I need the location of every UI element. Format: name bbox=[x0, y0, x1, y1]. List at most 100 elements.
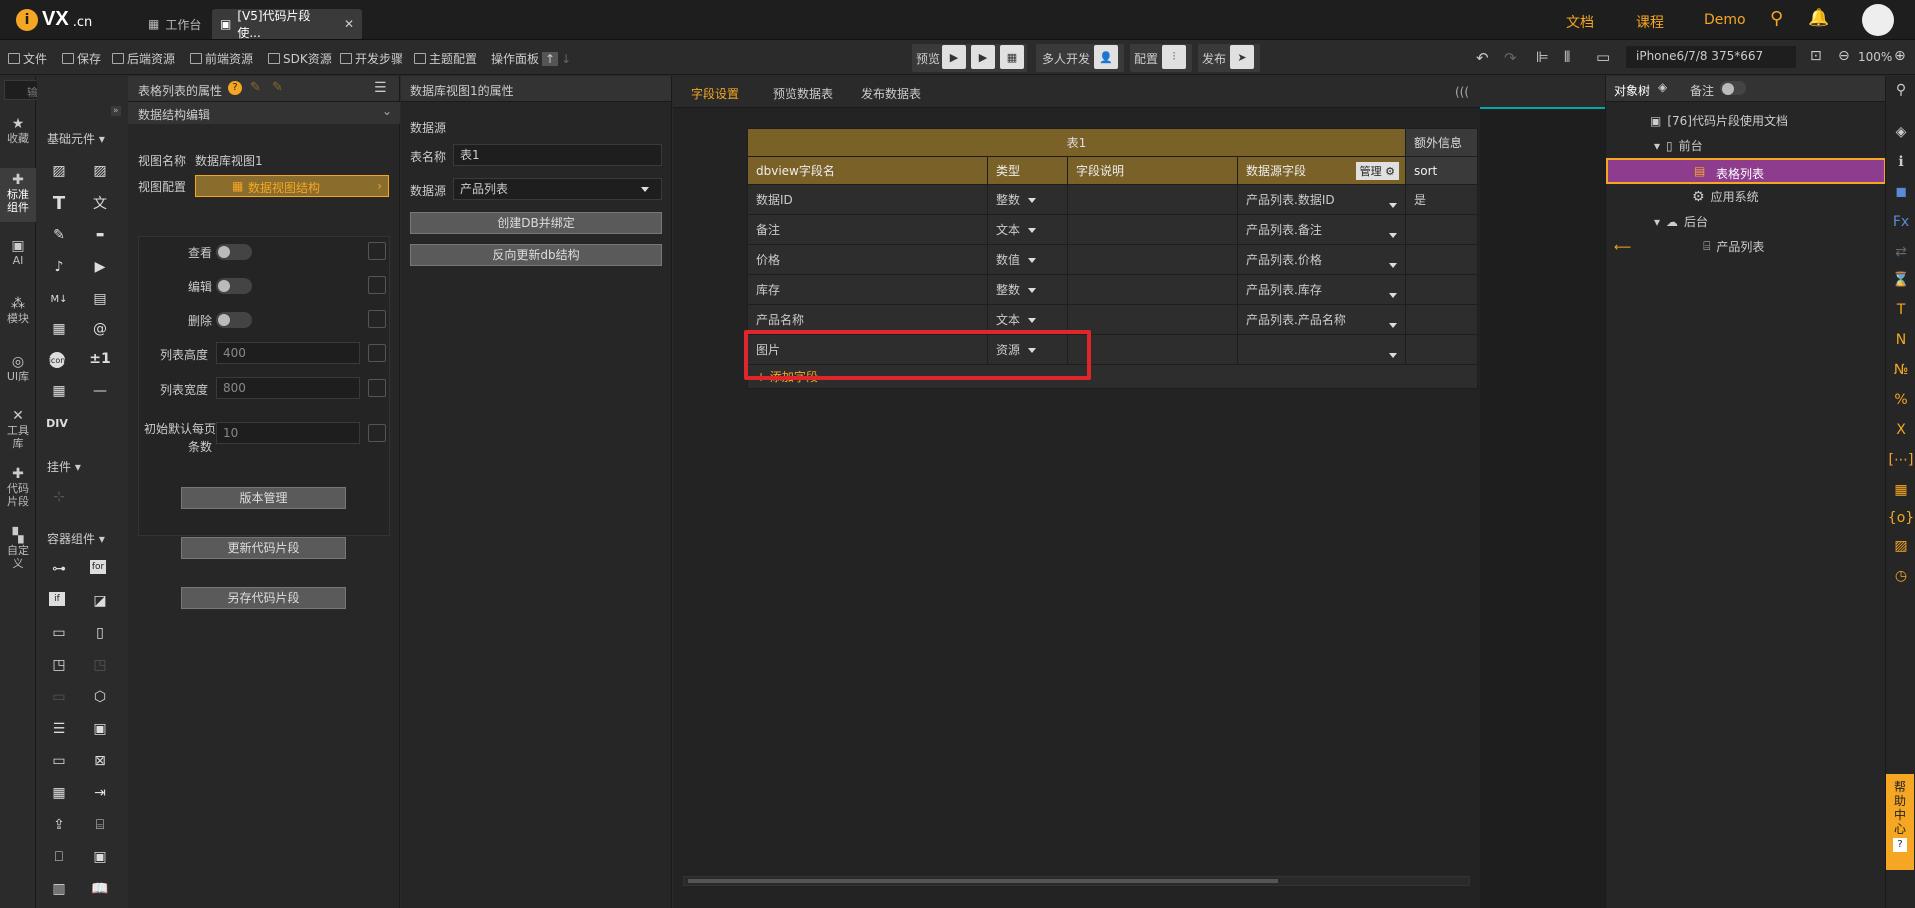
close-icon[interactable]: ✕ bbox=[344, 17, 354, 31]
arrow-down-icon[interactable]: ↓ bbox=[561, 52, 571, 66]
text-icon[interactable]: T bbox=[49, 193, 69, 214]
backend-resources-button[interactable]: 后端资源 bbox=[112, 50, 175, 67]
tab-preview-table[interactable]: 预览数据表 bbox=[773, 85, 833, 102]
info-icon[interactable]: ℹ bbox=[1886, 154, 1915, 170]
edit-toggle[interactable] bbox=[216, 278, 252, 294]
field-sort[interactable] bbox=[1405, 334, 1478, 365]
bell-icon[interactable]: 🔔 bbox=[1808, 8, 1829, 28]
menu-icon[interactable]: ☰ bbox=[374, 80, 387, 96]
text-var-icon[interactable]: T bbox=[1886, 302, 1915, 318]
nav-snippet[interactable]: ✚ 代码片段 bbox=[0, 467, 36, 508]
redo-icon[interactable]: ↷ bbox=[1504, 49, 1517, 67]
field-name[interactable]: 价格 bbox=[747, 244, 988, 275]
note-icon[interactable]: ✎ bbox=[272, 80, 283, 95]
create-db-button[interactable]: 创建DB并绑定 bbox=[410, 212, 662, 234]
translate-icon[interactable]: 文 bbox=[90, 194, 110, 212]
table-var-icon[interactable]: ▦ bbox=[1886, 482, 1915, 498]
file-button[interactable]: 文件 bbox=[8, 50, 47, 67]
for-icon[interactable]: for bbox=[90, 560, 106, 574]
avatar[interactable] bbox=[1862, 4, 1894, 36]
field-sort[interactable] bbox=[1405, 274, 1478, 305]
view-structure-button[interactable]: ▦ 数据视图结构 › bbox=[195, 175, 389, 197]
demo-link[interactable]: Demo bbox=[1704, 12, 1746, 28]
field-source[interactable]: 产品列表.数据ID bbox=[1237, 184, 1406, 215]
bracket-icon[interactable]: [⋯] bbox=[1886, 452, 1915, 468]
section-header[interactable]: 数据结构编辑 ⌄ bbox=[128, 102, 400, 124]
tree-node-front[interactable]: ▾ ▯ 前台 bbox=[1654, 137, 1703, 154]
shield-icon[interactable]: ⬡ bbox=[90, 688, 110, 706]
vertical-icon[interactable]: ▯ bbox=[90, 624, 110, 642]
at-icon[interactable]: @ bbox=[90, 320, 110, 338]
field-type[interactable]: 文本 bbox=[987, 214, 1068, 245]
copy-icon[interactable] bbox=[368, 424, 386, 442]
object-var-icon[interactable]: {o} bbox=[1886, 510, 1915, 526]
field-name[interactable]: 数据ID bbox=[747, 184, 988, 215]
scroll-icon[interactable]: ⇥ bbox=[90, 784, 110, 802]
field-sort[interactable] bbox=[1405, 244, 1478, 275]
field-source[interactable]: 产品列表.产品名称 bbox=[1237, 304, 1406, 335]
list-width-input[interactable]: 800 bbox=[216, 377, 360, 399]
reverse-update-button[interactable]: 反向更新db结构 bbox=[410, 244, 662, 266]
fit-icon[interactable]: ⊡ bbox=[1810, 48, 1822, 64]
nav-custom[interactable]: ▚ 自定义 bbox=[0, 529, 36, 570]
field-desc[interactable] bbox=[1067, 304, 1238, 335]
number-var-icon[interactable]: N bbox=[1886, 332, 1915, 348]
save-button[interactable]: 保存 bbox=[62, 50, 101, 67]
image-icon[interactable]: ▨ bbox=[49, 162, 69, 180]
qrcode-icon[interactable]: ▦ bbox=[49, 382, 69, 400]
field-name[interactable]: 备注 bbox=[747, 214, 988, 245]
field-source[interactable]: 产品列表.备注 bbox=[1237, 214, 1406, 245]
music-icon[interactable]: ♪ bbox=[49, 258, 69, 276]
field-desc[interactable] bbox=[1067, 184, 1238, 215]
dev-steps-button[interactable]: 开发步骤 bbox=[340, 50, 403, 67]
dots-icon[interactable]: ▭ bbox=[49, 624, 69, 642]
field-sort[interactable] bbox=[1405, 304, 1478, 335]
copy-icon[interactable] bbox=[368, 379, 386, 397]
cube-icon[interactable]: ◈ bbox=[1886, 124, 1915, 140]
zoom-out-icon[interactable]: ⊖ bbox=[1838, 48, 1850, 64]
tree-node-product-list[interactable]: ⟵ ⌸ 产品列表 bbox=[1614, 238, 1884, 255]
arrow-up-icon[interactable]: ↑ bbox=[542, 51, 559, 66]
horizontal-scrollbar[interactable] bbox=[683, 876, 1470, 886]
field-source[interactable]: 产品列表.价格 bbox=[1237, 244, 1406, 275]
numero-icon[interactable]: № bbox=[1886, 362, 1915, 378]
preview-file-icon[interactable]: ▶ bbox=[942, 45, 966, 69]
copy-icon[interactable] bbox=[368, 242, 386, 260]
calendar-icon[interactable]: ▦ bbox=[49, 320, 69, 338]
cylinder-icon[interactable]: ⌸ bbox=[90, 816, 110, 834]
copy-icon[interactable] bbox=[368, 344, 386, 362]
tab-workbench[interactable]: ▦ 工作台 bbox=[140, 9, 209, 39]
field-sort[interactable] bbox=[1405, 214, 1478, 245]
section-plugin[interactable]: 挂件 ▾ bbox=[47, 458, 81, 475]
film-icon[interactable]: ▥ bbox=[49, 880, 69, 898]
table-name-input[interactable]: 表1 bbox=[453, 144, 662, 166]
field-desc[interactable] bbox=[1067, 274, 1238, 305]
clock-icon[interactable]: ◷ bbox=[1886, 568, 1915, 584]
card-icon[interactable]: ◪ bbox=[90, 592, 110, 610]
radio-icon[interactable]: ▭ bbox=[49, 752, 69, 770]
align-center-icon[interactable]: ⫴ bbox=[1564, 48, 1570, 66]
stepper-icon[interactable]: ±1 bbox=[89, 350, 110, 368]
play-icon[interactable]: ▶ bbox=[971, 45, 995, 69]
saveas-snippet-button[interactable]: 另存代码片段 bbox=[181, 587, 346, 609]
delete-toggle[interactable] bbox=[216, 312, 252, 328]
image-alt-icon[interactable]: ▨ bbox=[90, 162, 110, 180]
hourglass-icon[interactable]: ⌛ bbox=[1886, 272, 1915, 288]
x-var-icon[interactable]: X bbox=[1886, 422, 1915, 438]
field-source[interactable]: 产品列表.库存 bbox=[1237, 274, 1406, 305]
manage-button[interactable]: 管理 ⚙ bbox=[1355, 162, 1399, 180]
tab-publish-table[interactable]: 发布数据表 bbox=[861, 85, 921, 102]
sliders-icon[interactable]: ⫶ bbox=[1162, 45, 1186, 69]
nav-module[interactable]: ⁂ 模块 bbox=[0, 297, 36, 325]
field-desc[interactable] bbox=[1067, 214, 1238, 245]
source-select[interactable]: 产品列表 bbox=[453, 178, 662, 200]
tree-node-back[interactable]: ▾ ☁ 后台 bbox=[1654, 213, 1708, 230]
nav-ai[interactable]: ▣ AI bbox=[0, 239, 36, 267]
send-icon[interactable]: ➤ bbox=[1230, 45, 1254, 69]
page-size-input[interactable]: 10 bbox=[216, 422, 360, 444]
field-sort[interactable]: 是 bbox=[1405, 184, 1478, 215]
frontend-resources-button[interactable]: 前端资源 bbox=[190, 50, 253, 67]
nav-standard[interactable]: ✚ 标准组件 bbox=[0, 168, 36, 222]
update-snippet-button[interactable]: 更新代码片段 bbox=[181, 537, 346, 559]
zoom-in-icon[interactable]: ⊕ bbox=[1894, 48, 1906, 64]
